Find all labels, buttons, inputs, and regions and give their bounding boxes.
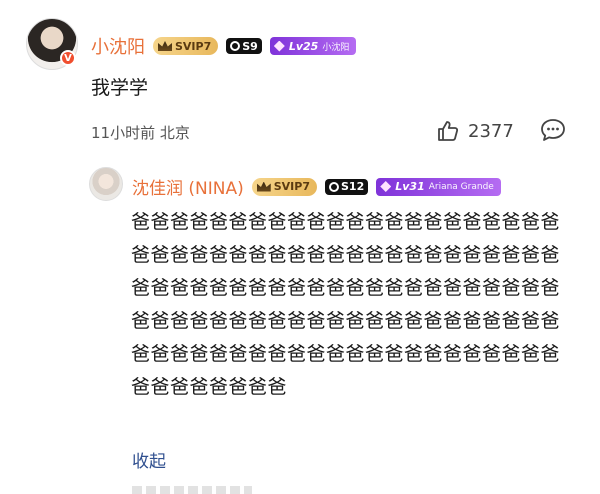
reply-text: 爸爸爸爸爸爸爸爸爸爸爸爸爸爸爸爸爸爸爸爸爸爸爸爸爸爸爸爸爸爸爸爸爸爸爸爸爸爸爸爸… (131, 211, 561, 398)
author-name[interactable]: 小沈阳 (91, 33, 145, 59)
reply-s-badge[interactable]: S12 (325, 178, 369, 195)
next-item-cutoff (132, 486, 252, 494)
crown-icon (158, 41, 172, 51)
svip-label: SVIP7 (175, 39, 212, 53)
reply-author-name[interactable]: 沈佳润 (NINA) (132, 174, 244, 199)
reply-s-badge-label: S12 (341, 180, 365, 193)
like-count: 2377 (468, 120, 514, 142)
ring-icon (230, 41, 241, 51)
reply-level-label: Lv31 (395, 180, 425, 193)
reply-level-badge[interactable]: Lv31 Ariana Grande (376, 177, 501, 196)
collapse-link[interactable]: 收起 (132, 447, 166, 472)
reply-author-avatar[interactable] (89, 167, 123, 201)
reply-svip-label: SVIP7 (273, 180, 310, 193)
gem-icon (380, 181, 392, 192)
s-badge-label: S9 (242, 39, 258, 53)
comment-text: 我学学 (91, 77, 149, 99)
reply-level-title: Ariana Grande (428, 181, 494, 192)
comment-meta: 11小时前 北京 (91, 124, 190, 142)
comment-header: 小沈阳 SVIP7 S9 Lv25 小沈阳 (91, 33, 357, 59)
level-label: Lv25 (288, 39, 319, 53)
level-title: 小沈阳 (322, 42, 350, 53)
like-button[interactable]: 2377 (436, 119, 514, 143)
svip-badge[interactable]: SVIP7 (153, 37, 219, 55)
comment-bubble-icon[interactable] (540, 118, 566, 142)
level-badge[interactable]: Lv25 小沈阳 (269, 37, 357, 55)
gem-icon (273, 40, 285, 52)
ring-icon (329, 181, 339, 192)
crown-icon (256, 181, 271, 192)
reply-header: 沈佳润 (NINA) SVIP7 S12 Lv31 Ariana Grande (132, 174, 501, 199)
comment-thread: V 小沈阳 SVIP7 S9 Lv25 小沈阳 我学学 11小时前 北京 237… (0, 0, 600, 494)
reply-svip-badge[interactable]: SVIP7 (251, 177, 317, 196)
s-badge[interactable]: S9 (226, 38, 262, 54)
verified-badge: V (60, 50, 76, 66)
thumb-up-icon (438, 121, 459, 141)
